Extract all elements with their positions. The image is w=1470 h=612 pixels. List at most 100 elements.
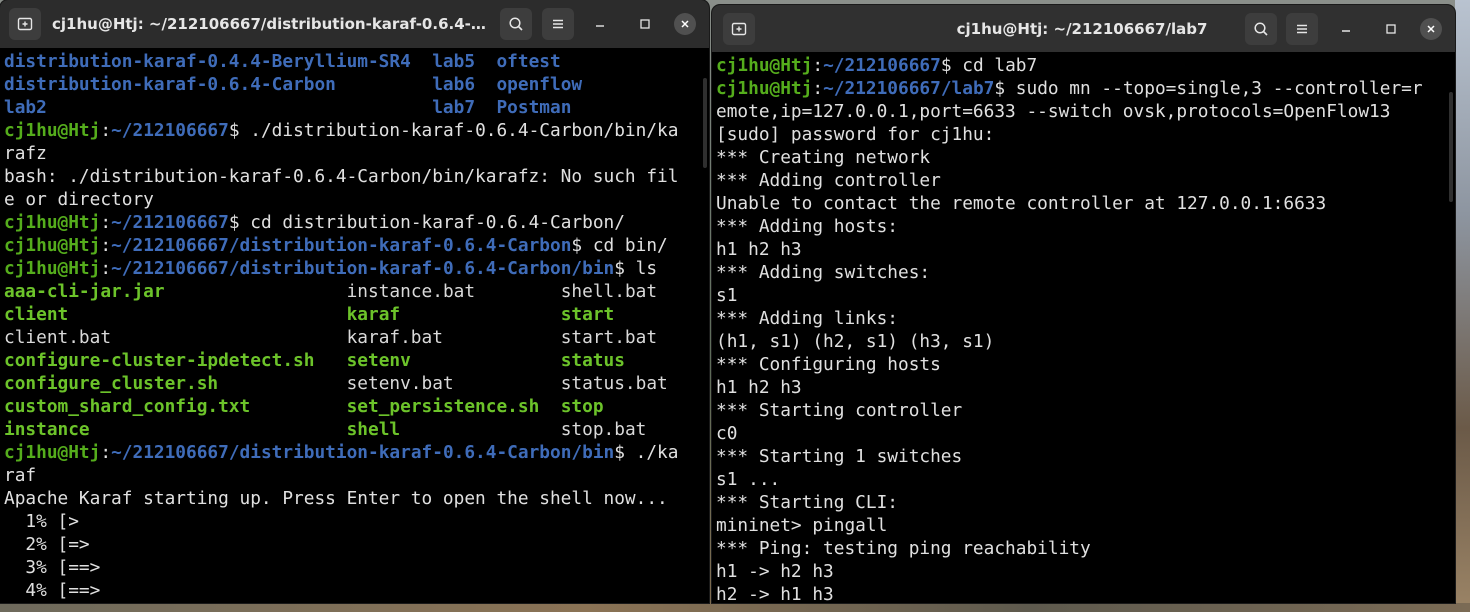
scrollbar-thumb[interactable] (1449, 92, 1453, 202)
terminal-line: custom_shard_config.txt set_persistence.… (4, 395, 699, 418)
terminal-text-segment: $ cd lab7 (940, 55, 1038, 76)
terminal-text-segment: *** Adding switches: (716, 262, 931, 283)
terminal-text-segment: 1% [> (4, 511, 79, 532)
terminal-window-left[interactable]: cj1hu@Htj: ~/212106667/distribution-kara… (0, 0, 709, 603)
terminal-text-segment: ~/212106667/distribution-karaf-0.6.4-Car… (111, 235, 572, 256)
terminal-line: h1 h2 h3 (716, 238, 1445, 261)
terminal-text-segment: e or directory (4, 189, 154, 210)
terminal-window-right[interactable]: cj1hu@Htj: ~/212106667/lab7 cj1hu@Htj:~/… (712, 5, 1455, 603)
maximize-button[interactable] (1380, 18, 1402, 40)
window-title: cj1hu@Htj: ~/212106667/lab7 (956, 20, 1208, 38)
terminal-line: cj1hu@Htj:~/212106667/distribution-karaf… (4, 234, 699, 257)
new-tab-button[interactable] (9, 8, 41, 40)
terminal-line: client.bat karaf.bat start.bat (4, 326, 699, 349)
terminal-text-segment: c0 (716, 423, 738, 444)
close-button[interactable] (1420, 18, 1442, 40)
search-button[interactable] (500, 8, 532, 40)
terminal-text-segment: lab2 (4, 97, 433, 118)
terminal-text-segment: s1 (716, 285, 738, 306)
terminal-line: e or directory (4, 188, 699, 211)
close-icon (679, 18, 691, 30)
scrollbar[interactable] (1447, 52, 1455, 603)
terminal-line: instance shell stop.bat (4, 418, 699, 441)
terminal-line: cj1hu@Htj:~/212106667$ ./distribution-ka… (4, 119, 699, 142)
terminal-text-segment: (h1, s1) (h2, s1) (h3, s1) (716, 331, 995, 352)
new-tab-button[interactable] (723, 13, 755, 45)
maximize-button[interactable] (634, 13, 656, 35)
terminal-text-segment: ~/212106667/distribution-karaf-0.6.4-Car… (111, 442, 615, 463)
terminal-text-segment: cj1hu@Htj (716, 78, 813, 99)
terminal-line: *** Configuring hosts (716, 353, 1445, 376)
terminal-line: (h1, s1) (h2, s1) (h3, s1) (716, 330, 1445, 353)
scrollbar[interactable] (701, 48, 709, 603)
terminal-text-segment: distribution-karaf-0.6.4-Carbon (4, 74, 433, 95)
terminal-text-segment: custom_shard_config.txt (4, 396, 251, 417)
terminal-line: emote,ip=127.0.0.1,port=6633 --switch ov… (716, 100, 1445, 123)
terminal-line: s1 (716, 284, 1445, 307)
terminal-text-segment: $ ./distribution-karaf-0.6.4-Carbon/bin/… (228, 120, 679, 141)
menu-button[interactable] (542, 8, 574, 40)
terminal-text-segment: h1 -> h2 h3 (716, 561, 834, 582)
terminal-text-segment: $ cd bin/ (571, 235, 668, 256)
terminal-text-segment: configure_cluster.sh (4, 373, 219, 394)
terminal-output[interactable]: distribution-karaf-0.4.4-Beryllium-SR4 l… (4, 50, 699, 602)
hamburger-menu-icon (1294, 21, 1310, 37)
terminal-text-segment: 3% [==> (4, 557, 101, 578)
titlebar[interactable]: cj1hu@Htj: ~/212106667/lab7 (712, 5, 1455, 52)
terminal-line: h1 -> h2 h3 (716, 560, 1445, 583)
terminal-line: configure_cluster.sh setenv.bat status.b… (4, 372, 699, 395)
terminal-text-segment: : (100, 120, 112, 141)
terminal-text-segment: ~/212106667/lab7 (823, 78, 995, 99)
terminal-line: cj1hu@Htj:~/212106667/distribution-karaf… (4, 441, 699, 464)
menu-button[interactable] (1286, 13, 1318, 45)
search-button[interactable] (1245, 13, 1277, 45)
terminal-line: *** Adding switches: (716, 261, 1445, 284)
minimize-icon (1340, 23, 1352, 35)
terminal-text-segment: h1 h2 h3 (716, 239, 802, 260)
terminal-text-segment: status (560, 350, 625, 371)
terminal-line: 2% [=> (4, 533, 699, 556)
terminal-text-segment: configure-cluster-ipdetect.sh (4, 350, 315, 371)
terminal-line: client karaf start (4, 303, 699, 326)
terminal-text-segment: cj1hu@Htj (4, 235, 101, 256)
terminal-text-segment: s1 ... (716, 469, 781, 490)
minimize-button[interactable] (1335, 18, 1357, 40)
minimize-button[interactable] (589, 13, 611, 35)
terminal-text-segment: instance (4, 419, 90, 440)
terminal-text-segment: setenv (346, 350, 411, 371)
terminal-text-segment: ~/212106667/distribution-karaf-0.6.4-Car… (111, 258, 615, 279)
terminal-line: raf (4, 464, 699, 487)
terminal-text-segment: karaf (346, 304, 401, 325)
terminal-text-segment: rafz (4, 143, 47, 164)
terminal-text-segment: lab7 (432, 97, 476, 118)
terminal-text-segment: lab6 (432, 74, 476, 95)
scrollbar-thumb[interactable] (703, 78, 707, 168)
terminal-line: c0 (716, 422, 1445, 445)
terminal-line: Unable to contact the remote controller … (716, 192, 1445, 215)
terminal-text-segment: emote,ip=127.0.0.1,port=6633 --switch ov… (716, 101, 1391, 122)
terminal-text-segment: Unable to contact the remote controller … (716, 193, 1327, 214)
terminal-text-segment: Apache Karaf starting up. Press Enter to… (4, 488, 668, 509)
terminal-line: cj1hu@Htj:~/212106667/distribution-karaf… (4, 257, 699, 280)
terminal-text-segment: cj1hu@Htj (4, 258, 101, 279)
terminal-text-segment: Postman (496, 97, 572, 118)
terminal-line: mininet> pingall (716, 514, 1445, 537)
terminal-text-segment: *** Configuring hosts (716, 354, 941, 375)
titlebar[interactable]: cj1hu@Htj: ~/212106667/distribution-kara… (0, 0, 709, 48)
desktop-wallpaper (1455, 0, 1470, 612)
terminal-line: distribution-karaf-0.6.4-Carbon lab6 ope… (4, 73, 699, 96)
terminal-text-segment: client.bat (4, 327, 112, 348)
terminal-line: *** Adding links: (716, 307, 1445, 330)
close-button[interactable] (674, 13, 696, 35)
terminal-line: cj1hu@Htj:~/212106667$ cd lab7 (716, 54, 1445, 77)
terminal-text-segment: cj1hu@Htj (4, 120, 101, 141)
terminal-text-segment: stop.bat (560, 419, 647, 440)
terminal-line: *** Creating network (716, 146, 1445, 169)
terminal-output[interactable]: cj1hu@Htj:~/212106667$ cd lab7 cj1hu@Htj:… (716, 54, 1445, 603)
